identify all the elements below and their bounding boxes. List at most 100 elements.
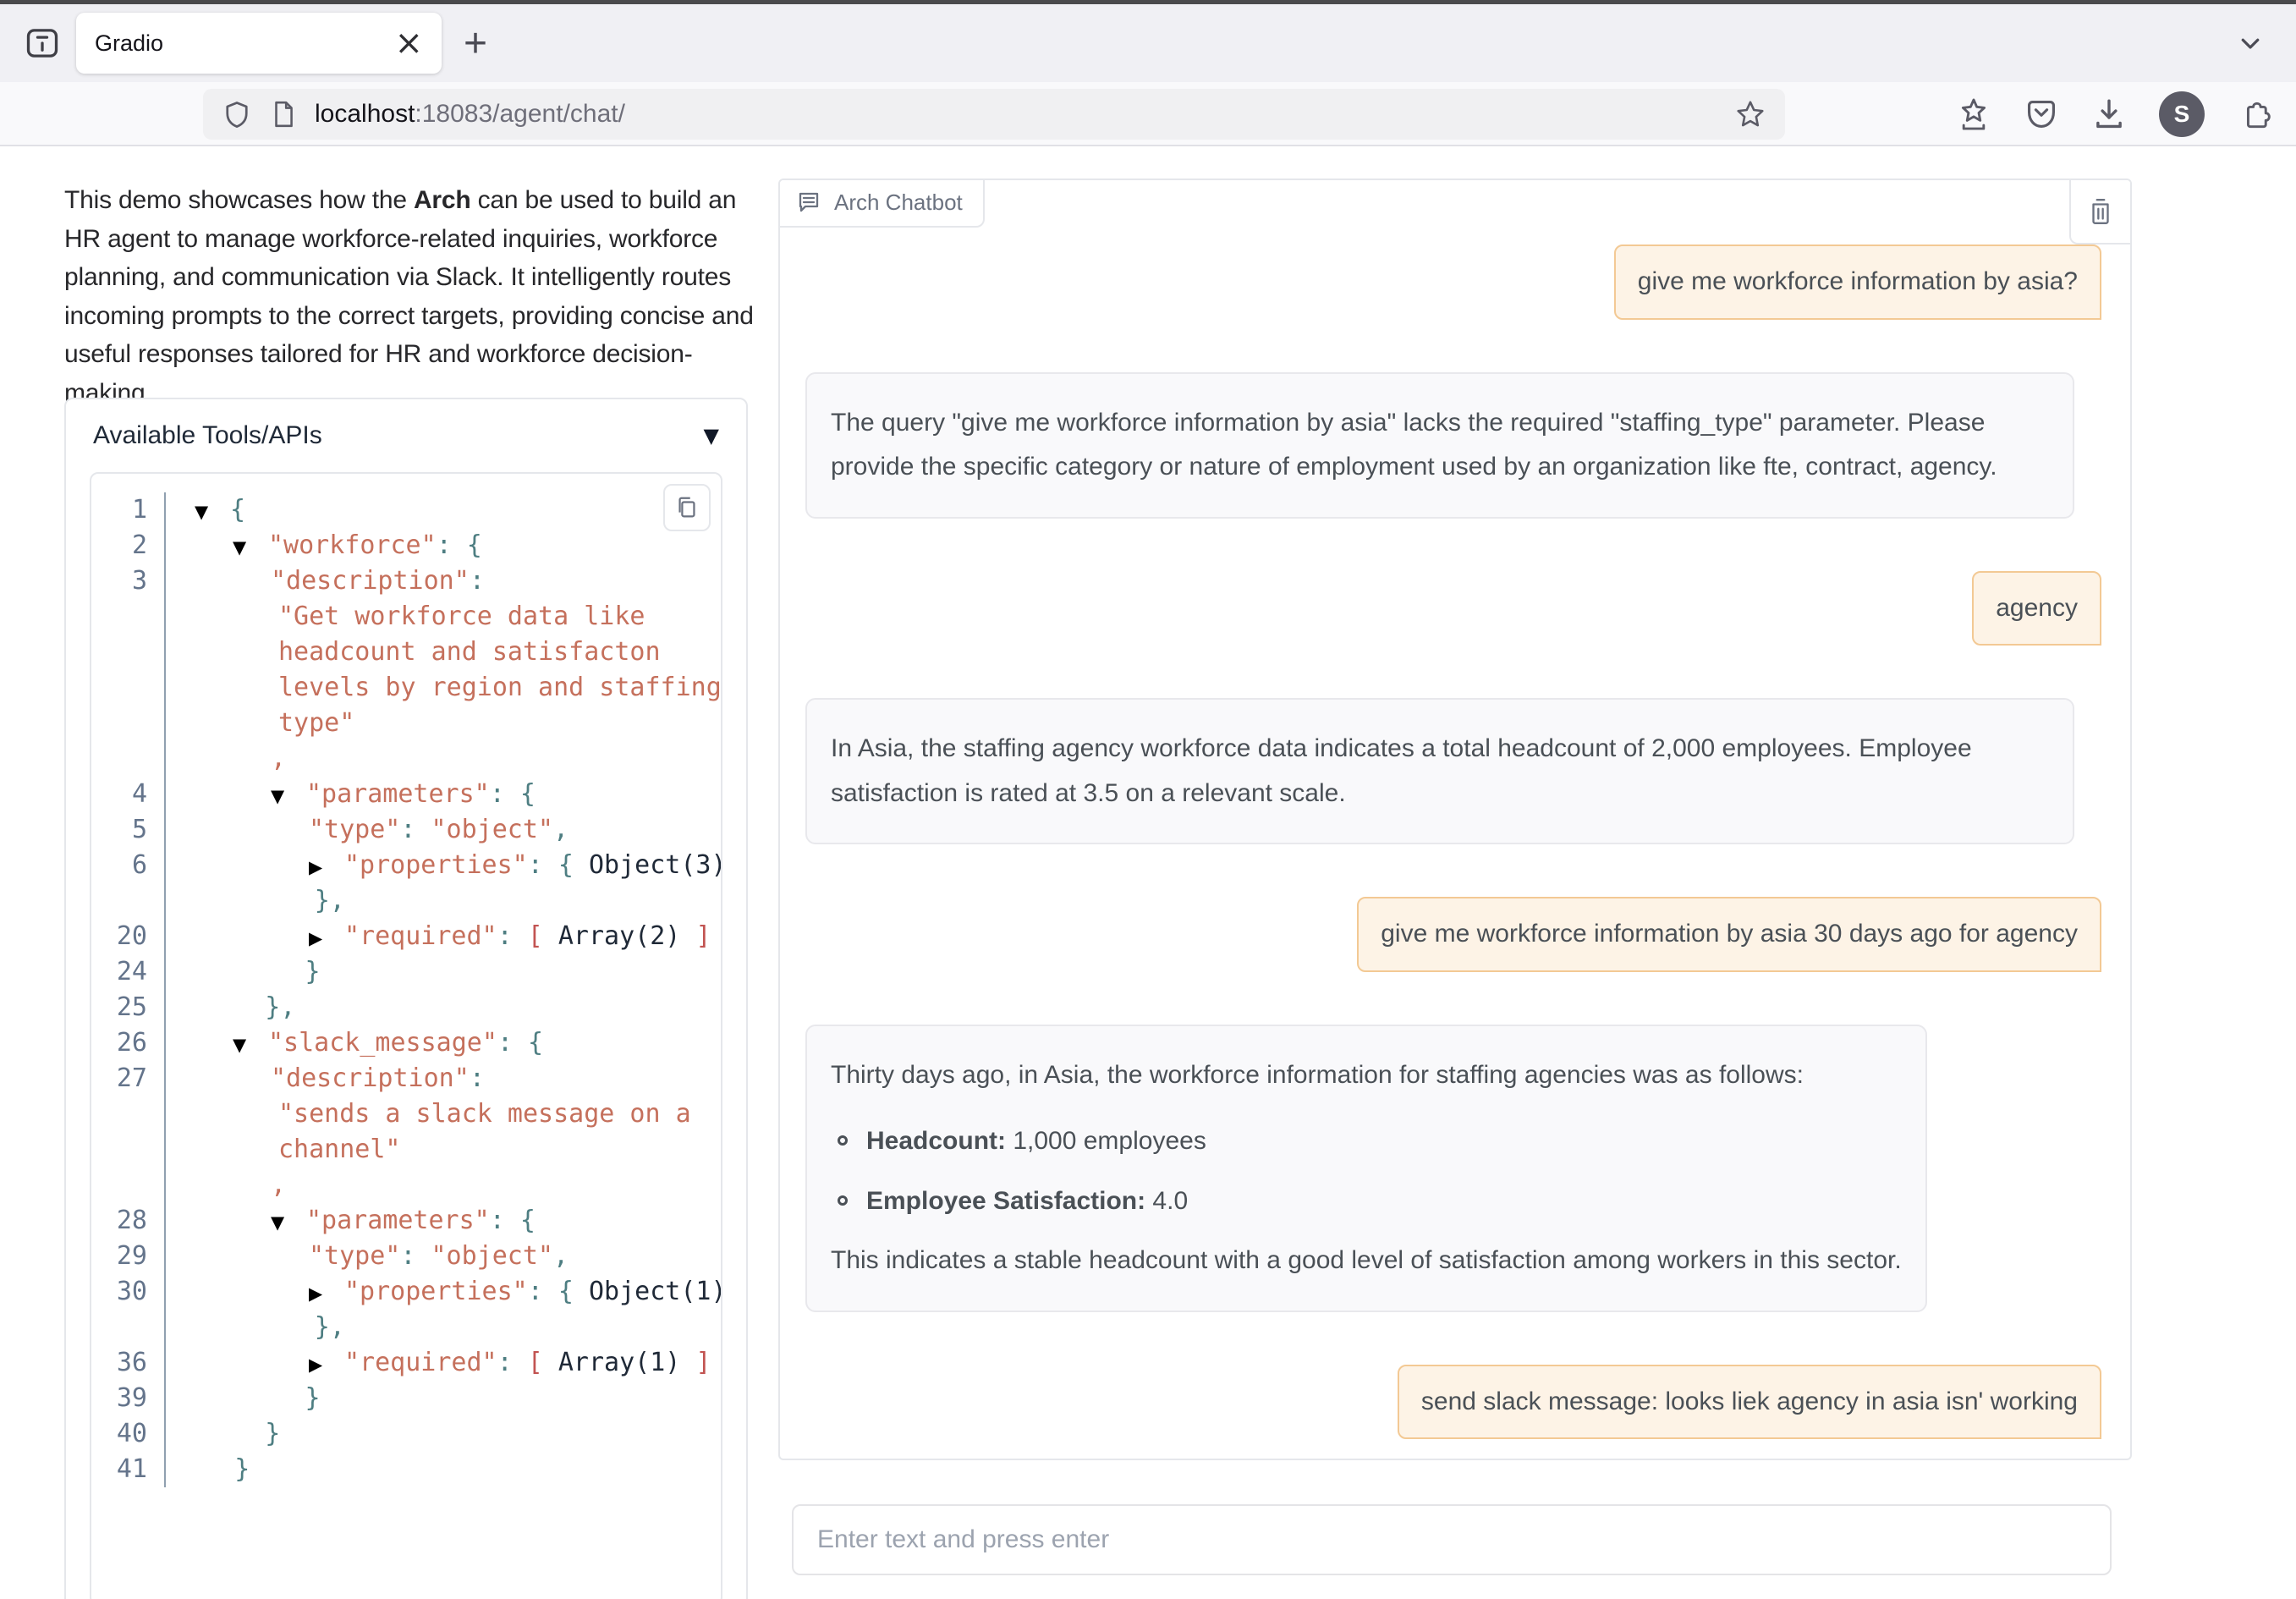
code-line: channel" (91, 1132, 721, 1168)
bot-message-row: In Asia, the staffing agency workforce d… (805, 698, 2101, 844)
json-token: : (497, 921, 528, 951)
collapse-triangle-icon[interactable]: ▼ (271, 1205, 306, 1240)
line-number: 27 (91, 1061, 166, 1096)
code-line: 41} (91, 1452, 721, 1487)
json-token: Array(2) (558, 921, 681, 951)
account-avatar[interactable]: S (2159, 91, 2205, 137)
bot-paragraph: This indicates a stable headcount with a… (831, 1239, 1902, 1283)
json-token: [ (528, 921, 558, 951)
json-token: channel" (278, 1135, 401, 1164)
json-token: "sends a slack message on a (278, 1099, 691, 1129)
save-to-collection-icon[interactable] (1956, 96, 1991, 132)
chatbot-label-tab: Arch Chatbot (780, 180, 985, 228)
code-line: levels by region and staffing (91, 670, 721, 706)
code-line: , (91, 741, 721, 777)
code-line: 24} (91, 954, 721, 990)
downloads-icon[interactable] (2091, 96, 2127, 132)
json-token: } (305, 1383, 321, 1413)
tab-title: Gradio (95, 30, 394, 57)
code-line: 5"type": "object", (91, 812, 721, 848)
line-number: 36 (91, 1345, 166, 1381)
json-token: type" (278, 708, 354, 738)
expand-triangle-icon[interactable]: ▶ (309, 1276, 344, 1311)
copy-button[interactable] (663, 484, 711, 531)
json-token: "type" (309, 1241, 400, 1271)
json-token: : (400, 1241, 431, 1271)
accordion-collapse-icon[interactable]: ▼ (704, 424, 719, 448)
tab-list-chevron-icon[interactable] (2233, 26, 2267, 60)
page-info-icon[interactable] (269, 100, 298, 129)
bookmark-star-icon[interactable] (1734, 98, 1766, 130)
bot-message-row: Thirty days ago, in Asia, the workforce … (805, 1025, 2101, 1312)
line-number: 25 (91, 990, 166, 1025)
code-line: 36▶"required": [ Array(1) ] (91, 1345, 721, 1381)
json-token: "Get workforce data like (278, 602, 645, 631)
json-token: : (470, 1063, 485, 1093)
code-line: type" (91, 706, 721, 741)
user-message-row: send slack message: looks liek agency in… (805, 1365, 2101, 1440)
line-number: 3 (91, 563, 166, 599)
json-code-lines: 1▼{2▼"workforce": {3"description":"Get w… (91, 492, 721, 1487)
json-token: : (400, 815, 431, 844)
collapse-triangle-icon[interactable]: ▼ (195, 494, 230, 530)
line-number (91, 1096, 166, 1132)
json-token: "slack_message" (268, 1028, 497, 1058)
pocket-icon[interactable] (2024, 96, 2059, 132)
collapse-triangle-icon[interactable]: ▼ (271, 778, 306, 814)
tab-close-icon[interactable]: × (394, 26, 423, 60)
json-token: "object" (431, 815, 554, 844)
demo-description: This demo showcases how the Arch can be … (64, 181, 772, 413)
expand-triangle-icon[interactable]: ▶ (309, 1347, 344, 1382)
browser-tab-gradio[interactable]: Gradio × (76, 13, 442, 74)
json-token: ] (680, 921, 711, 951)
code-line: 2▼"workforce": { (91, 528, 721, 563)
code-line: 30▶"properties": { Object(1) (91, 1274, 721, 1310)
code-line: 27 "description": (91, 1061, 721, 1096)
bot-list-item: Headcount: 1,000 employees (838, 1119, 1902, 1164)
code-line: 3 "description": (91, 563, 721, 599)
json-token: "description" (271, 566, 470, 596)
json-token: , (553, 815, 569, 844)
expand-triangle-icon[interactable]: ▶ (309, 849, 344, 885)
expand-triangle-icon[interactable]: ▶ (309, 920, 344, 956)
code-line: }, (91, 1310, 721, 1345)
accordion-title: Available Tools/APIs (93, 421, 322, 450)
code-line: 20▶"required": [ Array(2) ] (91, 919, 721, 954)
toolbar-icon-group: S (1956, 89, 2274, 140)
json-token: , (271, 1170, 286, 1200)
new-tab-button[interactable]: + (464, 20, 487, 67)
user-message-row: agency (805, 571, 2101, 646)
collapse-triangle-icon[interactable]: ▼ (233, 530, 268, 565)
url-bar[interactable]: localhost:18083/agent/chat/ (203, 89, 1785, 140)
line-number (91, 1168, 166, 1203)
line-number: 24 (91, 954, 166, 990)
accordion-header[interactable]: Available Tools/APIs ▼ (66, 399, 746, 469)
collapse-triangle-icon[interactable]: ▼ (233, 1027, 268, 1063)
code-line: "Get workforce data like (91, 599, 721, 635)
firefox-view-icon[interactable] (22, 23, 63, 63)
json-token: "parameters" (306, 1206, 490, 1235)
chat-bubble-icon (795, 189, 822, 216)
json-token: "description" (271, 1063, 470, 1093)
json-token: : (470, 566, 485, 596)
extensions-puzzle-icon[interactable] (2237, 96, 2274, 133)
json-token: : { (490, 1206, 536, 1235)
json-token: : { (528, 850, 589, 880)
code-line: 40} (91, 1416, 721, 1452)
json-token: [ (528, 1348, 558, 1377)
line-number (91, 741, 166, 777)
browser-tab-strip: Gradio × + (0, 4, 2296, 82)
code-line: 1▼{ (91, 492, 721, 528)
bot-message-bubble: Thirty days ago, in Asia, the workforce … (805, 1025, 1927, 1312)
line-number (91, 599, 166, 635)
browser-toolbar: localhost:18083/agent/chat/ (0, 82, 2296, 146)
bot-paragraph: The query "give me workforce information… (831, 401, 2049, 490)
chat-text-input[interactable] (792, 1504, 2112, 1575)
line-number: 1 (91, 492, 166, 528)
clear-chat-button[interactable] (2069, 180, 2130, 245)
shield-icon[interactable] (222, 99, 252, 129)
chat-panel: Arch Chatbot give me workforce informati… (778, 179, 2132, 1460)
line-number: 5 (91, 812, 166, 848)
json-token: "object" (431, 1241, 554, 1271)
json-token: }, (315, 1312, 345, 1342)
